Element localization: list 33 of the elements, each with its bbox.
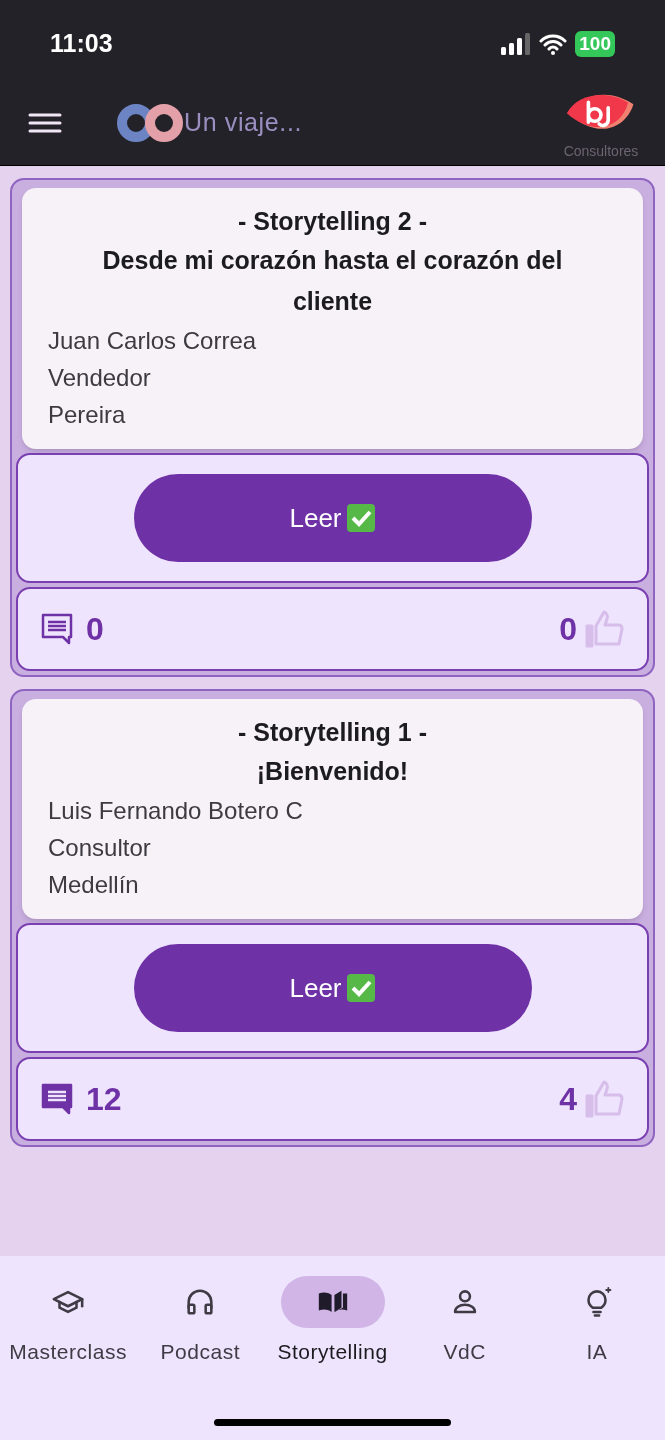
logo-caption: Consultores xyxy=(563,143,639,158)
comment-icon[interactable] xyxy=(40,1083,74,1115)
status-time: 11:03 xyxy=(50,28,113,60)
story-title: ¡Bienvenido! xyxy=(255,756,410,787)
signal-icon xyxy=(501,33,532,55)
author-city: Medellín xyxy=(48,870,140,900)
story-number: - Storytelling 2 - xyxy=(237,206,428,237)
read-button[interactable]: Leer xyxy=(133,474,532,562)
battery-indicator: 100 xyxy=(575,31,615,57)
nav-tab[interactable]: Masterclass xyxy=(2,1276,135,1440)
story-title: Desde mi corazón hasta el corazón del cliente xyxy=(101,245,564,317)
wifi-icon xyxy=(539,33,568,55)
author-role: Vendedor xyxy=(48,363,152,393)
infinity-logo-icon xyxy=(116,102,184,143)
thumbs-up-icon[interactable] xyxy=(585,1080,625,1118)
check-icon xyxy=(345,973,376,1003)
nav-tab[interactable]: IA xyxy=(530,1276,663,1440)
app-title: Un viaje... xyxy=(184,106,303,138)
comment-icon[interactable] xyxy=(40,613,74,645)
read-button[interactable]: Leer xyxy=(133,944,532,1032)
comment-count: 0 xyxy=(86,610,104,649)
author-name: Juan Carlos Correa xyxy=(48,326,258,356)
comment-count: 12 xyxy=(86,1080,122,1119)
thumbs-up-icon[interactable] xyxy=(585,610,625,648)
like-count: 0 xyxy=(559,610,577,649)
author-role: Consultor xyxy=(48,833,152,863)
author-name: Luis Fernando Botero C xyxy=(48,796,304,826)
check-icon xyxy=(345,503,376,533)
like-count: 4 xyxy=(559,1080,577,1119)
nav-tab[interactable]: VdC xyxy=(398,1276,531,1440)
nav-tab[interactable]: Podcast xyxy=(134,1276,267,1440)
story-number: - Storytelling 1 - xyxy=(237,717,428,748)
author-city: Pereira xyxy=(48,400,127,430)
